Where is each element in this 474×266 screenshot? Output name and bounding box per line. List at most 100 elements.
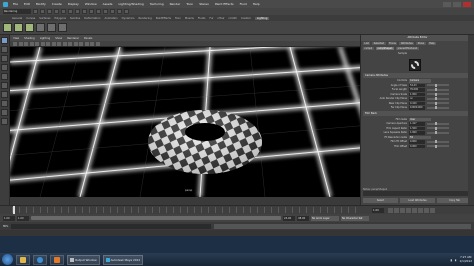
viewport-menu-view[interactable]: View bbox=[13, 37, 19, 40]
shelf-volume-light-icon[interactable] bbox=[58, 23, 67, 32]
attr-slider[interactable] bbox=[427, 131, 449, 135]
attr-slider[interactable] bbox=[427, 101, 449, 105]
textured-icon[interactable] bbox=[79, 41, 83, 46]
snap-grid-icon[interactable] bbox=[75, 9, 80, 14]
menu-window[interactable]: Window bbox=[85, 2, 97, 6]
load-attributes-button[interactable]: Load Attributes bbox=[400, 198, 435, 203]
shelf-area-light-icon[interactable] bbox=[36, 23, 45, 32]
taskbar-window-output[interactable]: Output Window bbox=[67, 254, 100, 265]
step-back-key-icon[interactable] bbox=[394, 207, 399, 213]
safe-action-icon[interactable] bbox=[57, 41, 61, 46]
menu-assets[interactable]: Assets bbox=[103, 2, 113, 6]
start-button[interactable] bbox=[2, 254, 13, 265]
four-view-layout-icon[interactable] bbox=[1, 109, 8, 116]
menu-display[interactable]: Display bbox=[68, 2, 79, 6]
attribute-editor-toggle-icon[interactable] bbox=[117, 9, 122, 14]
go-to-end-icon[interactable] bbox=[430, 207, 435, 213]
anim-start-field[interactable]: 1.00 bbox=[3, 215, 15, 221]
menu-fluid[interactable]: Fluid bbox=[240, 2, 247, 6]
volume-icon[interactable]: ◖ bbox=[455, 258, 456, 262]
grid-toggle-icon[interactable] bbox=[29, 41, 34, 46]
attr-slider[interactable] bbox=[427, 140, 449, 144]
shelf-tab-deformation[interactable]: Deformation bbox=[84, 17, 100, 20]
node-tab-place2dtexture1[interactable]: place2dTexture1 bbox=[396, 47, 419, 50]
character-set-select[interactable]: No Character Set bbox=[341, 215, 369, 221]
copy-tab-button[interactable]: Copy Tab bbox=[437, 198, 472, 203]
attr-slider[interactable] bbox=[427, 126, 449, 130]
use-all-lights-icon[interactable] bbox=[84, 41, 89, 46]
ae-menu-selected[interactable]: Selected bbox=[372, 42, 386, 45]
smooth-shade-icon[interactable] bbox=[73, 41, 78, 46]
network-icon[interactable]: ▮ bbox=[450, 258, 452, 262]
ae-menu-show[interactable]: Show bbox=[416, 42, 426, 45]
film-back-section[interactable]: Film Back bbox=[363, 111, 472, 116]
xray-icon[interactable] bbox=[95, 41, 100, 46]
menu-texturing[interactable]: Texturing bbox=[150, 2, 164, 6]
time-slider[interactable]: 1.00 bbox=[0, 205, 474, 214]
attr-dropdown[interactable]: Camera bbox=[409, 79, 431, 83]
open-scene-icon[interactable] bbox=[40, 9, 45, 14]
outliner-layout-icon[interactable] bbox=[1, 118, 8, 125]
slider-handle[interactable] bbox=[434, 131, 437, 135]
range-start-field[interactable]: 1.00 bbox=[17, 215, 29, 221]
attr-field[interactable]: on bbox=[409, 97, 425, 101]
minimize-button[interactable] bbox=[443, 1, 451, 7]
render-current-icon[interactable] bbox=[96, 9, 101, 14]
close-button[interactable] bbox=[463, 1, 471, 7]
last-tool-icon[interactable] bbox=[1, 91, 8, 98]
lasso-tool-icon[interactable] bbox=[1, 46, 8, 53]
menu-edit[interactable]: Edit bbox=[24, 2, 30, 6]
maximize-button[interactable] bbox=[453, 1, 461, 7]
taskbar-media[interactable] bbox=[50, 254, 64, 265]
mel-label[interactable]: MEL bbox=[3, 225, 8, 228]
viewport-menu-show[interactable]: Show bbox=[55, 37, 62, 40]
save-scene-icon[interactable] bbox=[47, 9, 52, 14]
film-gate-icon[interactable] bbox=[35, 41, 39, 46]
ipr-render-icon[interactable] bbox=[103, 9, 108, 14]
step-forward-frame-icon[interactable] bbox=[418, 207, 423, 213]
attr-field[interactable]: 0.000 bbox=[409, 140, 425, 144]
shelf-tab-dynamics[interactable]: Dynamics bbox=[122, 17, 135, 20]
shelf-tab-curves[interactable]: Curves bbox=[26, 17, 35, 20]
shelf-tab-muscle[interactable]: Muscle bbox=[185, 17, 194, 20]
attr-slider[interactable] bbox=[427, 106, 449, 110]
shelf-tab-custom[interactable]: Custom bbox=[241, 17, 251, 20]
viewport-menu-renderer[interactable]: Renderer bbox=[67, 37, 79, 40]
current-frame-field[interactable]: 1.00 bbox=[372, 207, 384, 213]
attr-dropdown[interactable]: User bbox=[409, 117, 431, 121]
shelf-tab-fur[interactable]: Fur bbox=[209, 17, 213, 20]
image-plane-icon[interactable] bbox=[24, 41, 28, 46]
attr-slider[interactable] bbox=[427, 92, 449, 96]
menu-lighting-shading[interactable]: Lighting/Shading bbox=[118, 2, 143, 6]
shelf-tab-general[interactable]: General bbox=[12, 17, 22, 20]
attr-slider[interactable] bbox=[427, 88, 449, 92]
select-by-component-icon[interactable] bbox=[68, 9, 73, 14]
menu-set-select[interactable]: Rendering bbox=[3, 9, 31, 14]
attr-field[interactable]: 10000.000 bbox=[409, 106, 425, 110]
taskbar-window-maya[interactable]: Autodesk Maya 2012 bbox=[102, 254, 144, 265]
paint-select-tool-icon[interactable] bbox=[1, 55, 8, 62]
menu-stereo[interactable]: Stereo bbox=[199, 2, 209, 6]
attr-field[interactable]: 0.000 bbox=[409, 144, 425, 148]
single-view-layout-icon[interactable] bbox=[1, 100, 8, 107]
attr-slider[interactable] bbox=[427, 97, 449, 101]
anim-end-field[interactable]: 48.00 bbox=[297, 215, 309, 221]
move-tool-icon[interactable] bbox=[1, 64, 8, 71]
menu-paint-effects[interactable]: Paint Effects bbox=[215, 2, 234, 6]
menu-render[interactable]: Render bbox=[170, 2, 181, 6]
viewport-menu-panels[interactable]: Panels bbox=[84, 37, 92, 40]
camera-attributes-section[interactable]: Camera Attributes bbox=[363, 72, 472, 78]
ae-menu-list[interactable]: List bbox=[363, 42, 371, 45]
shelf-tab-subdivs[interactable]: Subdivs bbox=[70, 17, 80, 20]
shelf-tab-painteffects[interactable]: PaintEffects bbox=[156, 17, 171, 20]
menu-file[interactable]: File bbox=[13, 2, 18, 6]
viewport-menu-lighting[interactable]: Lighting bbox=[40, 37, 50, 40]
attr-dropdown[interactable]: Fill bbox=[409, 135, 431, 139]
new-scene-icon[interactable] bbox=[33, 9, 38, 14]
anim-layer-select[interactable]: No Anim Layer bbox=[311, 215, 339, 221]
select-button[interactable]: Select bbox=[363, 198, 398, 203]
shelf-tab-lighting[interactable]: Lighting bbox=[254, 16, 270, 20]
notes-field[interactable] bbox=[363, 191, 473, 196]
slider-handle[interactable] bbox=[434, 122, 437, 126]
safe-title-icon[interactable] bbox=[62, 41, 67, 46]
